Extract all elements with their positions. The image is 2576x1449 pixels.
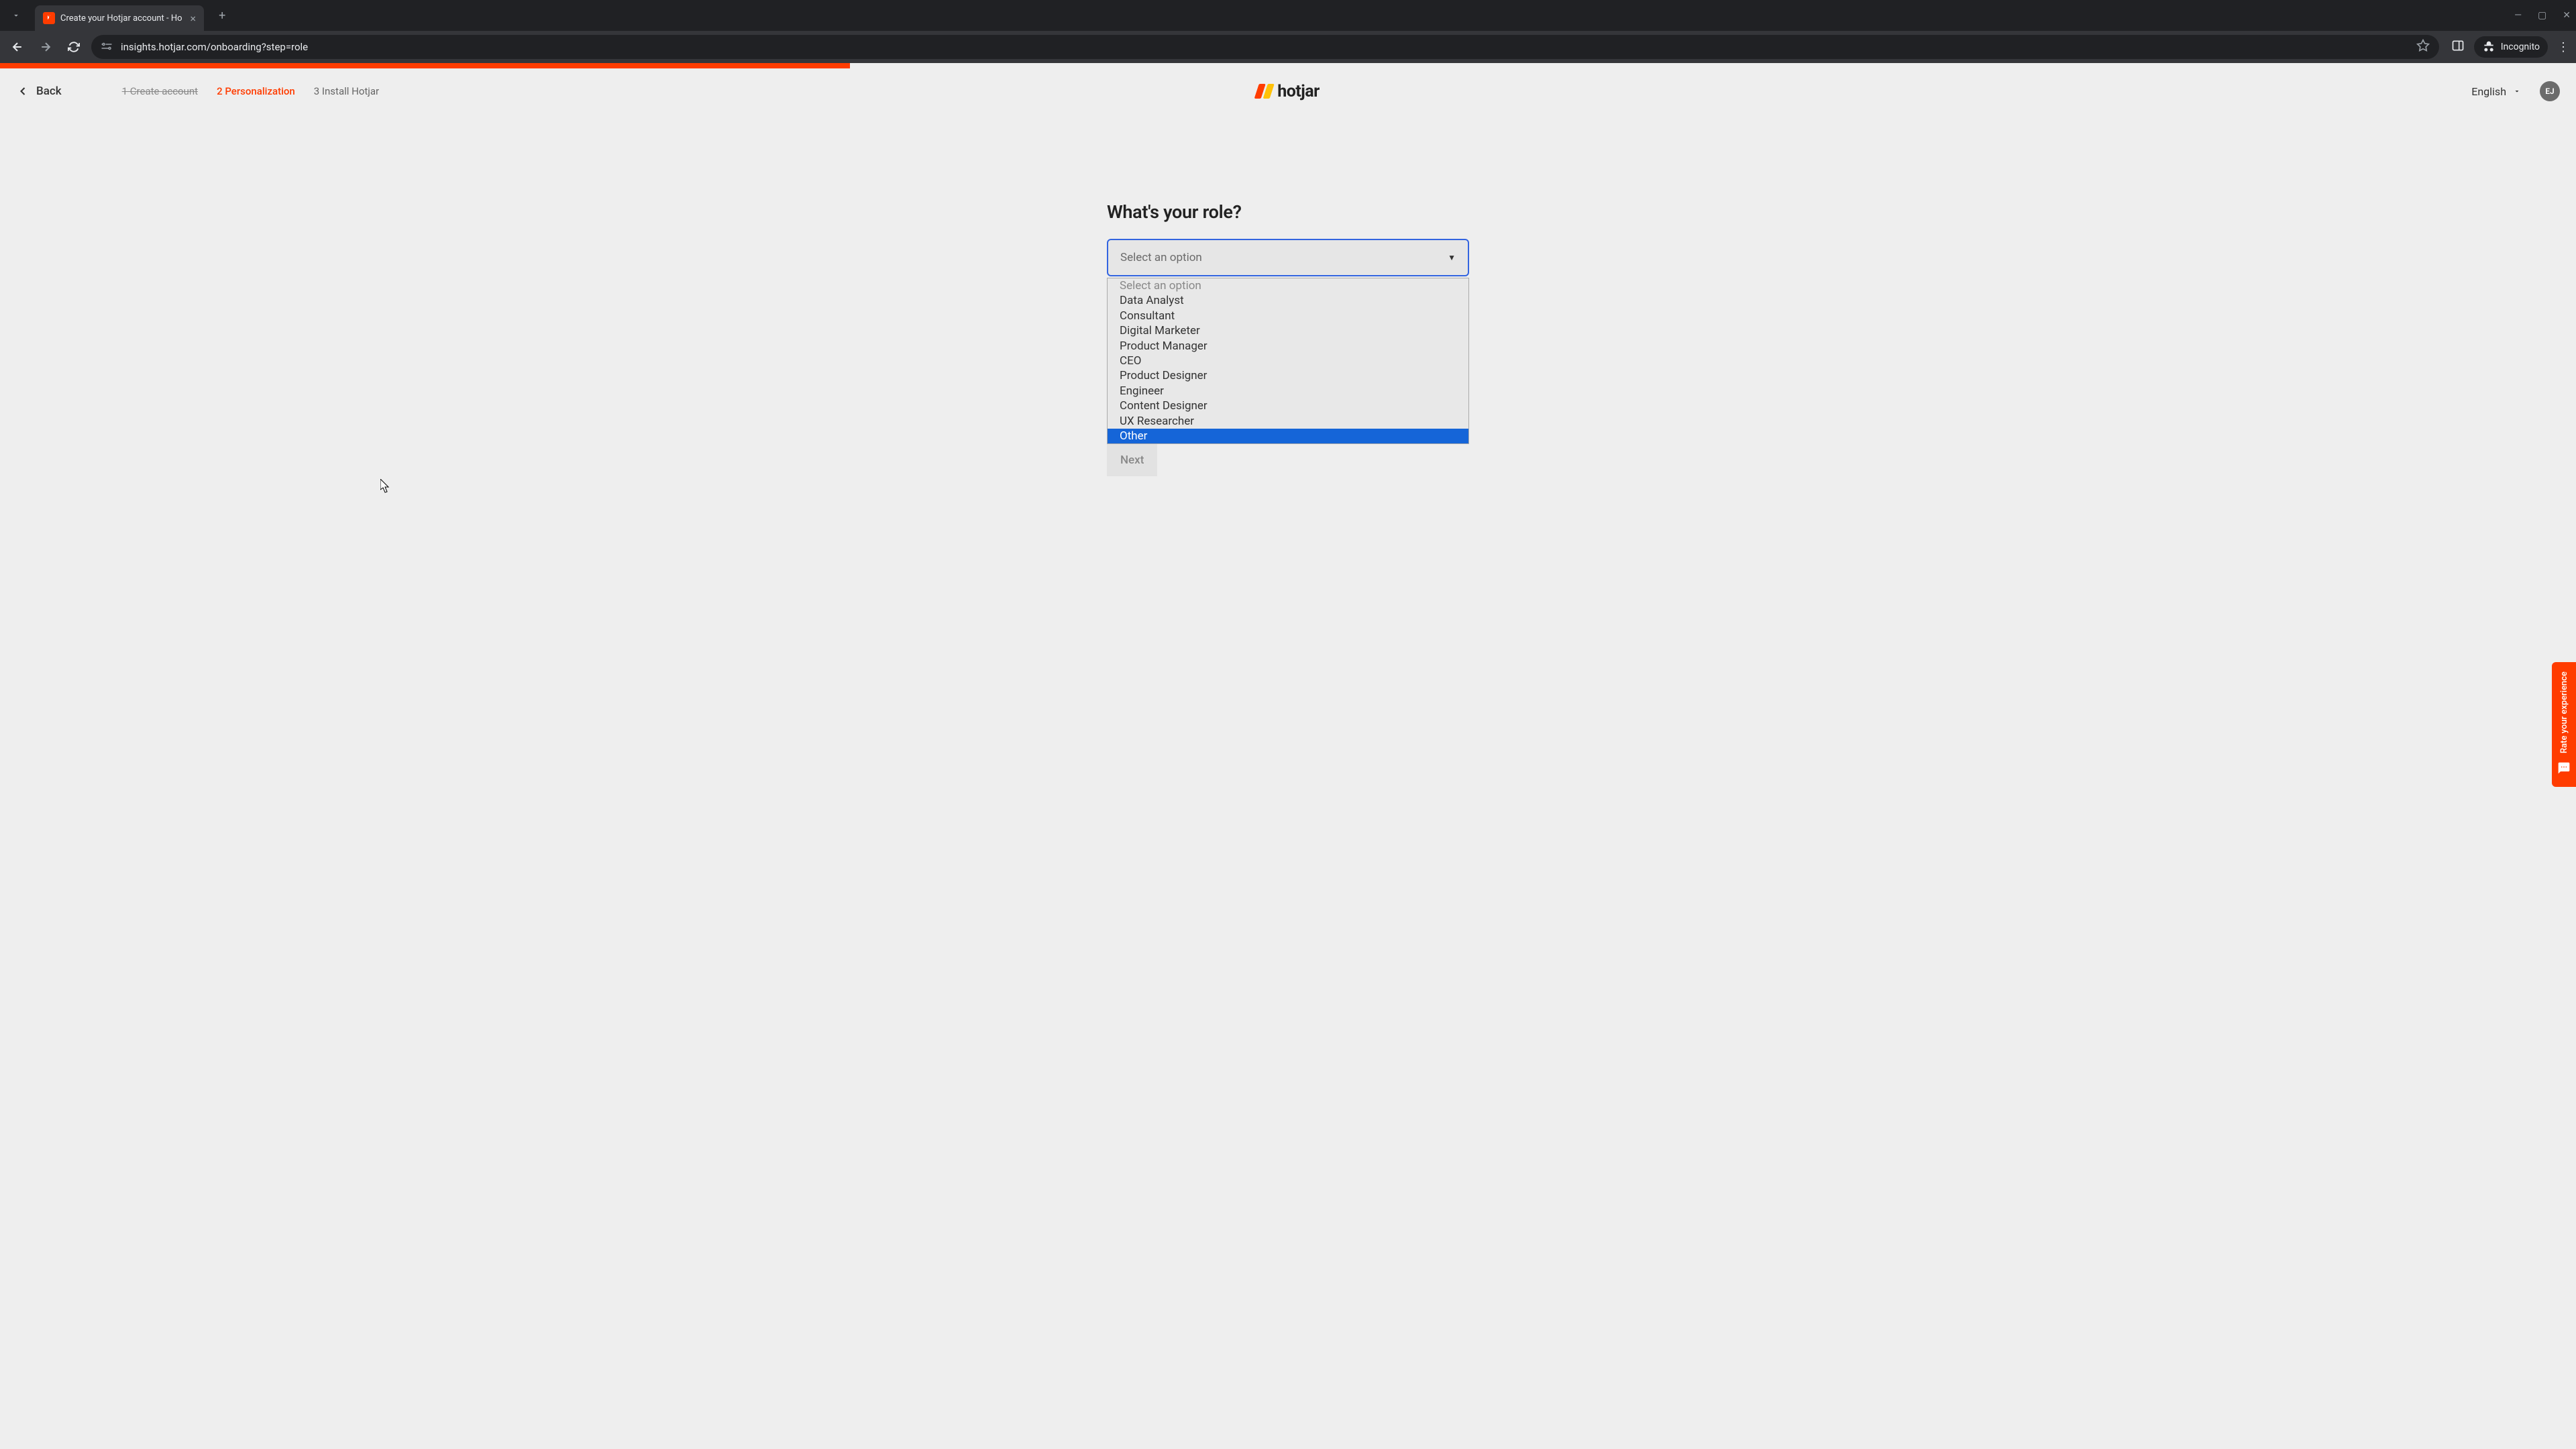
url-bar[interactable]: insights.hotjar.com/onboarding?step=role <box>91 35 2439 59</box>
language-selector[interactable]: English <box>2471 85 2521 98</box>
incognito-badge[interactable]: Incognito <box>2474 36 2548 58</box>
option-product-manager[interactable]: Product Manager <box>1108 339 1468 354</box>
option-ux-researcher[interactable]: UX Researcher <box>1108 414 1468 429</box>
reload-icon[interactable] <box>63 36 85 58</box>
minimize-icon[interactable]: ― <box>2514 10 2522 21</box>
hotjar-logo[interactable]: hotjar <box>1256 82 1320 101</box>
role-form: What's your role? Select an option ▼ Sel… <box>1107 201 1469 476</box>
tab-search-dropdown[interactable] <box>5 5 27 26</box>
browser-nav-bar: insights.hotjar.com/onboarding?step=role… <box>0 31 2576 63</box>
back-nav-icon[interactable] <box>7 36 28 58</box>
option-product-designer[interactable]: Product Designer <box>1108 368 1468 383</box>
tab-title: Create your Hotjar account - Ho <box>60 13 182 23</box>
new-tab-button[interactable]: + <box>213 6 231 25</box>
bookmark-star-icon[interactable] <box>2416 39 2430 55</box>
user-avatar[interactable]: EJ <box>2540 81 2560 101</box>
browser-tab-strip: Create your Hotjar account - Ho × + ― ▢ … <box>0 0 2576 31</box>
option-ceo[interactable]: CEO <box>1108 354 1468 368</box>
onboarding-steps: 1 Create account 2 Personalization 3 Ins… <box>122 85 379 97</box>
next-button[interactable]: Next <box>1107 444 1157 476</box>
browser-menu-icon[interactable]: ⋮ <box>2557 40 2569 54</box>
hotjar-favicon <box>43 12 55 24</box>
role-select-trigger[interactable]: Select an option ▼ <box>1107 239 1469 276</box>
avatar-initials: EJ <box>2545 87 2554 96</box>
role-dropdown: Select an option Data Analyst Consultant… <box>1107 278 1469 444</box>
page-header: Back 1 Create account 2 Personalization … <box>0 68 2576 114</box>
close-tab-icon[interactable]: × <box>191 12 197 25</box>
chat-icon <box>2557 761 2571 777</box>
option-other[interactable]: Other <box>1108 429 1468 443</box>
question-heading: What's your role? <box>1107 201 1469 223</box>
option-engineer[interactable]: Engineer <box>1108 384 1468 398</box>
step-personalization: 2 Personalization <box>217 85 295 97</box>
hotjar-logo-text: hotjar <box>1277 82 1320 101</box>
url-text: insights.hotjar.com/onboarding?step=role <box>121 41 2408 53</box>
step-install-hotjar: 3 Install Hotjar <box>314 85 379 97</box>
option-consultant[interactable]: Consultant <box>1108 309 1468 323</box>
option-placeholder[interactable]: Select an option <box>1108 278 1468 293</box>
role-select: Select an option ▼ Select an option Data… <box>1107 239 1469 276</box>
back-button[interactable]: Back <box>16 85 62 98</box>
close-window-icon[interactable]: ✕ <box>2563 10 2571 21</box>
maximize-icon[interactable]: ▢ <box>2538 10 2546 21</box>
hotjar-logo-icon <box>1256 84 1272 99</box>
option-data-analyst[interactable]: Data Analyst <box>1108 293 1468 308</box>
chevron-down-icon: ▼ <box>1448 253 1456 262</box>
step-create-account: 1 Create account <box>122 85 198 97</box>
feedback-widget[interactable]: Rate your experience <box>2552 662 2576 787</box>
page-content: Back 1 Create account 2 Personalization … <box>0 63 2576 1449</box>
progress-bar <box>0 63 850 68</box>
site-settings-icon[interactable] <box>101 40 113 54</box>
back-label: Back <box>36 85 62 98</box>
incognito-label: Incognito <box>2501 42 2540 52</box>
option-digital-marketer[interactable]: Digital Marketer <box>1108 323 1468 338</box>
browser-tab[interactable]: Create your Hotjar account - Ho × <box>35 5 204 31</box>
select-placeholder: Select an option <box>1120 251 1202 264</box>
option-content-designer[interactable]: Content Designer <box>1108 398 1468 413</box>
window-controls: ― ▢ ✕ <box>2514 10 2571 21</box>
forward-nav-icon[interactable] <box>35 36 56 58</box>
mouse-cursor <box>380 479 391 494</box>
language-label: English <box>2471 85 2506 98</box>
side-panel-icon[interactable] <box>2451 39 2465 55</box>
feedback-label: Rate your experience <box>2559 672 2569 753</box>
